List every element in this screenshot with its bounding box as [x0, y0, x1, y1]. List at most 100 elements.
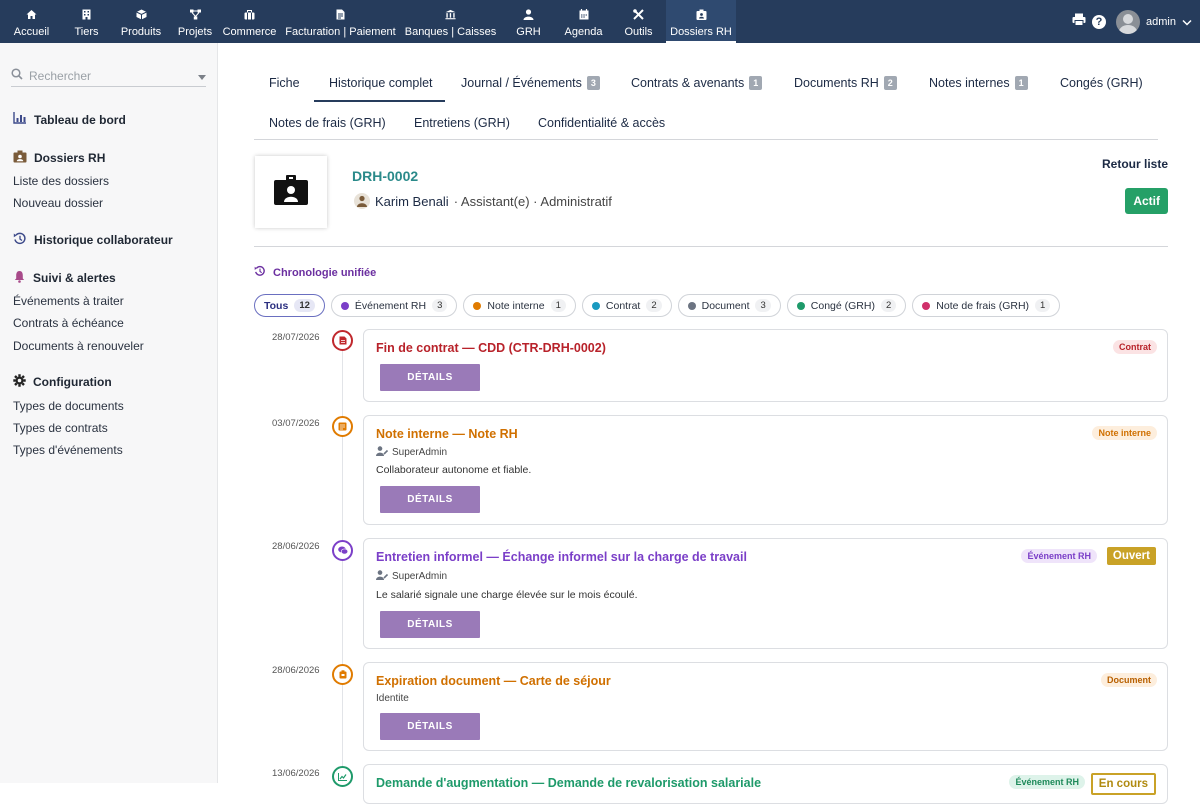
- tab-notes-internes[interactable]: Notes internes 1: [929, 76, 1028, 90]
- sidebar-dossiers-rh[interactable]: Dossiers RH: [13, 150, 105, 166]
- filter-contrat[interactable]: Contrat 2: [581, 294, 672, 317]
- sidebar-documents-renouveler[interactable]: Documents à renouveler: [13, 339, 144, 353]
- tab-fiche[interactable]: Fiche: [269, 76, 300, 90]
- event-tag: Note interne: [1092, 426, 1157, 440]
- dot-icon: [796, 301, 805, 310]
- event-card: Expiration document — Carte de séjour Do…: [363, 662, 1168, 751]
- id-badge-icon: [13, 150, 27, 166]
- print-icon[interactable]: [1072, 13, 1086, 31]
- event-title: Demande d'augmentation — Demande de reva…: [376, 776, 762, 790]
- sidebar-contrats-echeance[interactable]: Contrats à échéance: [13, 316, 124, 330]
- filter-tous[interactable]: Tous 12: [254, 294, 325, 317]
- topnav-tiers[interactable]: Tiers: [63, 0, 110, 43]
- sidebar-configuration[interactable]: Configuration: [13, 374, 112, 390]
- event-title: Expiration document — Carte de séjour: [376, 674, 611, 688]
- tab-contrats-avenants[interactable]: Contrats & avenants 1: [631, 76, 763, 90]
- record-ref: DRH-0002: [352, 168, 419, 184]
- filter-count: 1: [1035, 299, 1051, 312]
- tab-badge: 1: [1014, 76, 1028, 90]
- filter-count: 2: [646, 299, 662, 312]
- tab-documents-rh[interactable]: Documents RH 2: [794, 76, 897, 90]
- details-button[interactable]: DÉTAILS: [380, 611, 480, 638]
- topnav-agenda[interactable]: Agenda: [556, 0, 611, 43]
- divider: [254, 246, 1168, 247]
- timeline-line: [342, 340, 343, 783]
- top-bar: Accueil Tiers Produits Projets Commerce …: [0, 0, 1200, 43]
- timeline-filters: Tous 12 Événement RH 3 Note interne 1 Contr…: [254, 294, 1061, 317]
- history-icon: [13, 232, 27, 248]
- bell-icon: [13, 270, 26, 286]
- dot-icon: [473, 301, 482, 310]
- search-box[interactable]: Rechercher: [11, 65, 206, 87]
- sidebar-nouveau-dossier[interactable]: Nouveau dossier: [13, 196, 103, 210]
- tab-notes-de-frais[interactable]: Notes de frais (GRH): [269, 116, 386, 130]
- user-edit-icon: [376, 446, 389, 459]
- contract-icon: [339, 332, 347, 350]
- topnav-produits[interactable]: Produits: [110, 0, 172, 43]
- filter-count: 1: [550, 299, 566, 312]
- sidebar-historique-collaborateur[interactable]: Historique collaborateur: [13, 232, 173, 248]
- event-node: [332, 540, 353, 561]
- event-tag: Document: [1100, 673, 1157, 687]
- details-button[interactable]: DÉTAILS: [380, 713, 480, 740]
- person-icon: [354, 193, 370, 209]
- sidebar-types-evenements[interactable]: Types d'événements: [13, 443, 123, 457]
- help-icon[interactable]: ?: [1092, 14, 1107, 29]
- filter-note-interne[interactable]: Note interne 1: [463, 294, 576, 317]
- sidebar-evenements-a-traiter[interactable]: Événements à traiter: [13, 294, 124, 308]
- event-tag: Événement RH: [1009, 775, 1085, 789]
- search-input[interactable]: Rechercher: [29, 69, 198, 83]
- sidebar-types-documents[interactable]: Types de documents: [13, 399, 124, 413]
- topnav-outils[interactable]: Outils: [611, 0, 666, 43]
- tab-conges-grh[interactable]: Congés (GRH): [1060, 76, 1143, 90]
- history-icon: [254, 265, 266, 280]
- filter-count: 3: [755, 299, 771, 312]
- tab-entretiens[interactable]: Entretiens (GRH): [414, 116, 510, 130]
- topnav-accueil[interactable]: Accueil: [0, 0, 63, 43]
- id-badge-icon: [696, 9, 707, 20]
- details-button[interactable]: DÉTAILS: [380, 486, 480, 513]
- timeline-title: Chronologie unifiée: [254, 265, 376, 280]
- topnav-grh[interactable]: GRH: [501, 0, 556, 43]
- active-tab-indicator: [314, 100, 445, 102]
- sidebar-liste-dossiers[interactable]: Liste des dossiers: [13, 174, 109, 188]
- topnav-banques[interactable]: Banques | Caisses: [400, 0, 501, 43]
- filter-conge[interactable]: Congé (GRH) 2: [786, 294, 907, 317]
- tab-historique-complet[interactable]: Historique complet: [329, 76, 433, 90]
- event-node: [332, 416, 353, 437]
- gear-icon: [13, 374, 26, 390]
- filter-note-de-frais[interactable]: Note de frais (GRH) 1: [912, 294, 1061, 317]
- id-badge-icon: [273, 174, 309, 211]
- chevron-down-icon[interactable]: [1182, 13, 1192, 31]
- person-name[interactable]: Karim Benali: [375, 194, 449, 209]
- avatar[interactable]: [1116, 9, 1141, 34]
- topnav-facturation[interactable]: Facturation | Paiement: [281, 0, 400, 43]
- sidebar-tableau-de-bord[interactable]: Tableau de bord: [13, 112, 126, 127]
- details-button[interactable]: DÉTAILS: [380, 364, 480, 391]
- tab-confidentialite[interactable]: Confidentialité & accès: [538, 116, 665, 130]
- project-icon: [189, 9, 201, 20]
- cube-icon: [135, 9, 147, 20]
- topnav-commerce[interactable]: Commerce: [218, 0, 281, 43]
- filter-count: 3: [432, 299, 448, 312]
- home-icon: [26, 9, 37, 20]
- event-card: Entretien informel — Échange informel su…: [363, 538, 1168, 649]
- sidebar-suivi-alertes[interactable]: Suivi & alertes: [13, 270, 116, 286]
- back-to-list-link[interactable]: Retour liste: [1102, 157, 1168, 171]
- user-name[interactable]: admin: [1146, 16, 1176, 28]
- status-badge: Actif: [1125, 188, 1168, 214]
- invoice-icon: [335, 9, 346, 20]
- filter-evenement-rh[interactable]: Événement RH 3: [330, 294, 458, 317]
- tab-badge: 1: [749, 76, 763, 90]
- search-icon: [11, 67, 23, 85]
- caret-down-icon[interactable]: [198, 67, 206, 85]
- event-description: Identite: [376, 693, 409, 704]
- dot-icon: [687, 301, 696, 310]
- tab-journal-evenements[interactable]: Journal / Événements 3: [461, 76, 600, 90]
- sidebar-types-contrats[interactable]: Types de contrats: [13, 421, 108, 435]
- topnav-projets[interactable]: Projets: [172, 0, 218, 43]
- tab-badge: 2: [883, 76, 897, 90]
- record-person: Karim Benali · Assistant(e) · Administra…: [354, 193, 612, 209]
- filter-document[interactable]: Document 3: [677, 294, 781, 317]
- topnav-dossiers-rh[interactable]: Dossiers RH: [666, 0, 736, 43]
